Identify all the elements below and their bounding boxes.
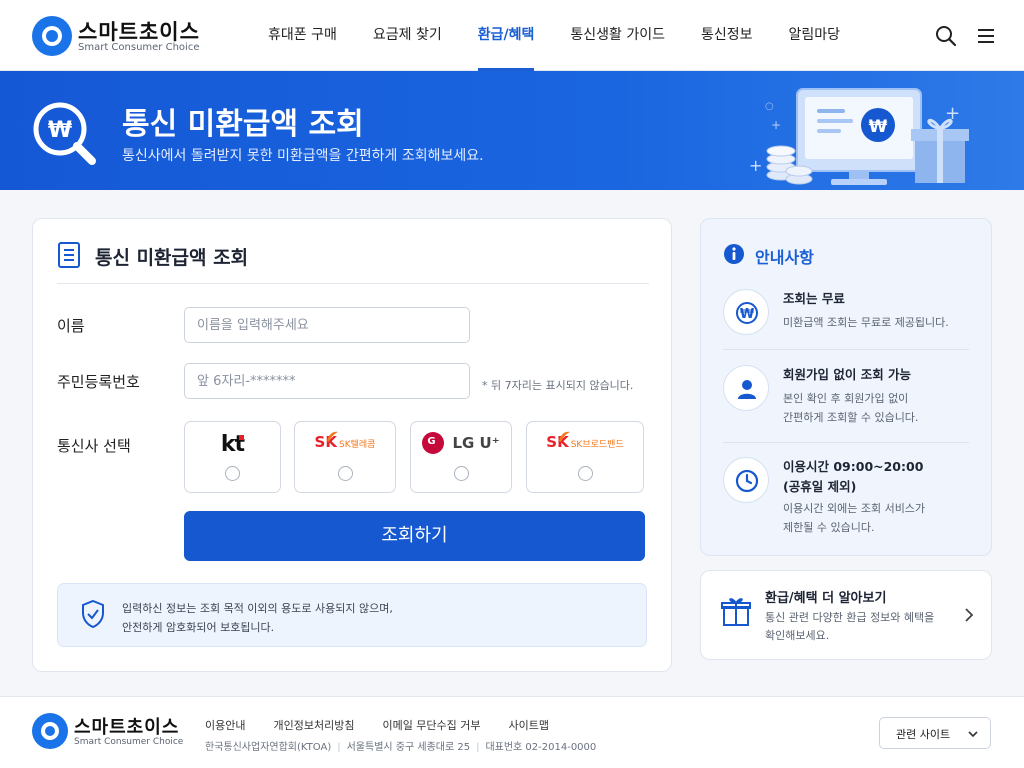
chevron-right-icon [963, 607, 975, 623]
carrier-radio-kt[interactable] [225, 466, 240, 481]
privacy-text: 입력하신 정보는 조회 목적 이외의 용도로 사용되지 않으며, 안전하게 암호… [122, 599, 393, 637]
svg-text:+: + [771, 118, 781, 132]
nav-item-telecom-guide[interactable]: 통신생활 가이드 [552, 0, 683, 71]
notice-separator [723, 349, 969, 350]
search-icon[interactable] [934, 24, 958, 48]
carrier-option-kt[interactable]: kt [184, 421, 281, 493]
nav-item-telecom-info[interactable]: 통신정보 [683, 0, 771, 71]
privacy-line-1: 입력하신 정보는 조회 목적 이외의 용도로 사용되지 않으며, [122, 602, 393, 615]
name-label: 이름 [57, 317, 85, 335]
sk-telecom-logo: SK SK텔레콤 [314, 431, 376, 451]
sk-broadband-logo: SK SK브로드밴드 [546, 431, 624, 451]
notice-item-title: 조회는 무료 [783, 291, 845, 306]
nav-item-notice-board[interactable]: 알림마당 [771, 0, 859, 71]
nav-item-refund-benefit[interactable]: 환급/혜택 [460, 0, 553, 71]
carrier-radio-lgu[interactable] [453, 466, 469, 481]
benefit-desc: 통신 관련 다양한 환급 정보와 혜택을 확인해보세요. [765, 609, 934, 645]
notice-item-hours: 이용시간 09:00~20:00 (공휴일 제외) 이용시간 외에는 조회 서비… [723, 457, 969, 547]
notice-panel: 안내사항 ₩ 조회는 무료 미환급액 조회는 무료로 제공됩니다. 회원가입 없… [700, 218, 992, 556]
clock-icon [723, 457, 769, 503]
footer-link-privacy[interactable]: 개인정보처리방침 [273, 717, 354, 733]
footer-address: 서울특별시 중구 세종대로 25 [346, 742, 471, 753]
hamburger-menu-icon[interactable] [974, 24, 998, 48]
rrn-label: 주민등록번호 [57, 373, 140, 391]
notice-item-desc: 본인 확인 후 회원가입 없이 [783, 392, 909, 405]
main-nav: 휴대폰 구매 요금제 찾기 환급/혜택 통신생활 가이드 통신정보 알림마당 [250, 0, 858, 71]
benefit-title: 환급/혜택 더 알아보기 [765, 591, 887, 606]
won-icon: ₩ [723, 289, 769, 335]
footer-logo[interactable]: 스마트초이스 Smart Consumer Choice [32, 713, 202, 749]
lookup-submit-button[interactable]: 조회하기 [184, 511, 645, 561]
nav-item-plan-search[interactable]: 요금제 찾기 [355, 0, 460, 71]
info-icon [724, 244, 744, 264]
computer-coin-illustration: ○ + + + ₩ [745, 83, 975, 190]
benefit-desc-line-2: 확인해보세요. [765, 629, 830, 642]
illustration-won-symbol: ₩ [869, 117, 888, 137]
svg-text:○: ○ [765, 101, 774, 112]
hero-subtitle: 통신사에서 돌려받지 못한 미환급액을 간편하게 조회해보세요. [122, 148, 484, 164]
footer-info: 한국통신사업자연합회(KTOA) | 서울특별시 중구 세종대로 25 | 대표번호 0… [205, 742, 597, 753]
user-icon [723, 365, 769, 411]
document-icon [57, 241, 81, 269]
rrn-input[interactable] [184, 363, 470, 399]
notice-item-no-signup: 회원가입 없이 조회 가능 본인 확인 후 회원가입 없이 간편하게 조회할 수… [723, 365, 969, 435]
form-title: 통신 미환급액 조회 [95, 247, 249, 269]
notice-item-title: 회원가입 없이 조회 가능 [783, 367, 912, 382]
carrier-option-skt[interactable]: SK SK텔레콤 [294, 421, 396, 493]
form-divider [57, 283, 649, 284]
footer-links: 이용안내 개인정보처리방침 이메일 무단수집 거부 사이트맵 [205, 717, 577, 733]
chevron-down-icon [968, 731, 978, 738]
footer-phone: 대표번호 02-2014-0000 [485, 742, 597, 753]
related-sites-label: 관련 사이트 [896, 728, 951, 741]
footer-logo-title: 스마트초이스 [74, 717, 180, 738]
name-input[interactable] [184, 307, 470, 343]
notice-item-desc: 이용시간 외에는 조회 서비스가 [783, 502, 926, 515]
footer-link-email-refusal[interactable]: 이메일 무단수집 거부 [382, 717, 480, 733]
carrier-radio-skb[interactable] [577, 466, 593, 481]
privacy-notice: 입력하신 정보는 조회 목적 이외의 용도로 사용되지 않으며, 안전하게 암호… [57, 583, 647, 647]
nav-item-phone-purchase[interactable]: 휴대폰 구매 [250, 0, 355, 71]
carrier-option-lgu[interactable]: G LG U⁺ [410, 421, 512, 493]
notice-item-free: ₩ 조회는 무료 미환급액 조회는 무료로 제공됩니다. [723, 289, 969, 349]
footer-link-sitemap[interactable]: 사이트맵 [509, 717, 549, 733]
notice-title: 안내사항 [755, 248, 814, 267]
hero-won-symbol: ₩ [48, 118, 72, 143]
hero-title: 통신 미환급액 조회 [122, 107, 364, 142]
benefit-desc-line-1: 통신 관련 다양한 환급 정보와 혜택을 [765, 611, 935, 624]
carrier-option-skb[interactable]: SK SK브로드밴드 [526, 421, 644, 493]
site-logo[interactable]: 스마트초이스 Smart Consumer Choice [32, 16, 202, 56]
carrier-options: kt SK SK텔레콤 G LG U⁺ SK SK브로드밴드 [184, 421, 646, 493]
benefit-link-card[interactable]: 환급/혜택 더 알아보기 통신 관련 다양한 환급 정보와 혜택을 확인해보세요… [700, 570, 992, 660]
site-footer: 스마트초이스 Smart Consumer Choice 이용안내 개인정보처리… [0, 696, 1024, 768]
footer-logo-tagline: Smart Consumer Choice [74, 737, 184, 747]
notice-item-desc: 미환급액 조회는 무료로 제공됩니다. [783, 316, 949, 329]
logo-mark-icon [32, 16, 72, 56]
notice-item-title: 이용시간 09:00~20:00 [783, 459, 924, 474]
svg-text:+: + [749, 156, 762, 175]
carrier-radio-skt[interactable] [337, 466, 353, 481]
won-magnifier-icon: ₩ [30, 99, 100, 169]
site-header: 스마트초이스 Smart Consumer Choice 휴대폰 구매 요금제 … [0, 0, 1024, 71]
svg-text:₩: ₩ [740, 307, 755, 322]
refund-lookup-form: 통신 미환급액 조회 이름 주민등록번호 * 뒤 7자리는 표시되지 않습니다.… [32, 218, 672, 672]
shield-check-icon [80, 599, 106, 629]
related-sites-select[interactable]: 관련 사이트 [879, 717, 991, 749]
footer-org: 한국통신사업자연합회(KTOA) [205, 742, 332, 753]
hero-banner: ₩ 통신 미환급액 조회 통신사에서 돌려받지 못한 미환급액을 간편하게 조회… [0, 71, 1024, 190]
notice-item-desc: 제한될 수 있습니다. [783, 521, 875, 534]
lg-uplus-logo: G LG U⁺ [411, 432, 511, 458]
footer-link-guide[interactable]: 이용안내 [205, 717, 245, 733]
carrier-label: 통신사 선택 [57, 437, 131, 455]
logo-mark-icon [32, 713, 68, 749]
notice-header: 안내사항 [723, 243, 963, 267]
notice-separator [723, 442, 969, 443]
notice-item-title-sub: (공휴일 제외) [783, 479, 857, 494]
kt-logo: kt [220, 432, 245, 457]
notice-item-desc: 간편하게 조회할 수 있습니다. [783, 411, 919, 424]
logo-tagline: Smart Consumer Choice [78, 42, 200, 53]
rrn-note: * 뒤 7자리는 표시되지 않습니다. [482, 379, 634, 392]
gift-icon [721, 595, 751, 627]
privacy-line-2: 안전하게 암호화되어 보호됩니다. [122, 621, 275, 634]
